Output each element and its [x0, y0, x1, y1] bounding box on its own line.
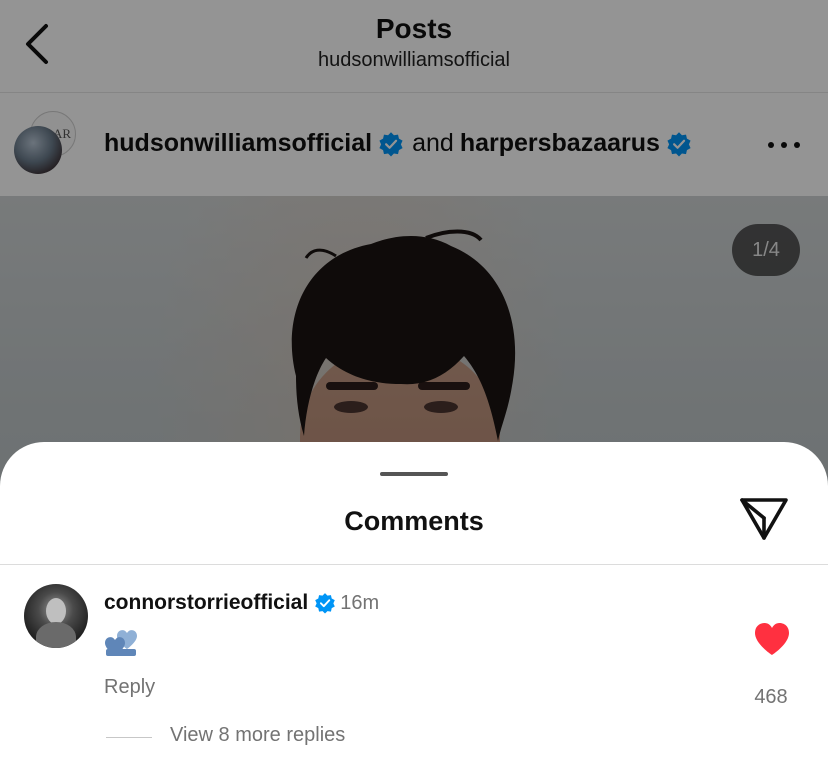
paper-plane-icon: [740, 498, 788, 540]
verified-badge-icon: [315, 593, 335, 614]
reply-button[interactable]: Reply: [104, 676, 155, 699]
sheet-drag-handle[interactable]: [380, 472, 448, 476]
comment-item: connorstorrieofficial 16m Reply 468 View…: [0, 565, 828, 763]
view-more-replies-label: View 8 more replies: [170, 724, 346, 746]
replies-divider-line: [106, 737, 152, 738]
heart-filled-icon: [755, 623, 789, 655]
comment-meta: connorstorrieofficial 16m: [104, 591, 379, 615]
commenter-username[interactable]: connorstorrieofficial: [104, 591, 308, 615]
comments-bottom-sheet: Comments connorstorrieofficial 16m Reply…: [0, 442, 828, 763]
like-count: 468: [754, 686, 788, 708]
like-button[interactable]: [752, 621, 792, 657]
app-root: Posts hudsonwilliamsofficial AR hudsonwi…: [0, 0, 828, 763]
commenter-avatar[interactable]: [24, 584, 88, 648]
blue-hearts-emoji-icon: [105, 630, 137, 656]
avatar-figure-body: [36, 622, 76, 648]
comment-timestamp: 16m: [340, 591, 380, 614]
share-button[interactable]: [738, 496, 790, 542]
view-more-replies-button[interactable]: View 8 more replies: [106, 723, 406, 753]
avatar-figure-head: [46, 598, 66, 624]
comments-title: Comments: [344, 506, 484, 536]
